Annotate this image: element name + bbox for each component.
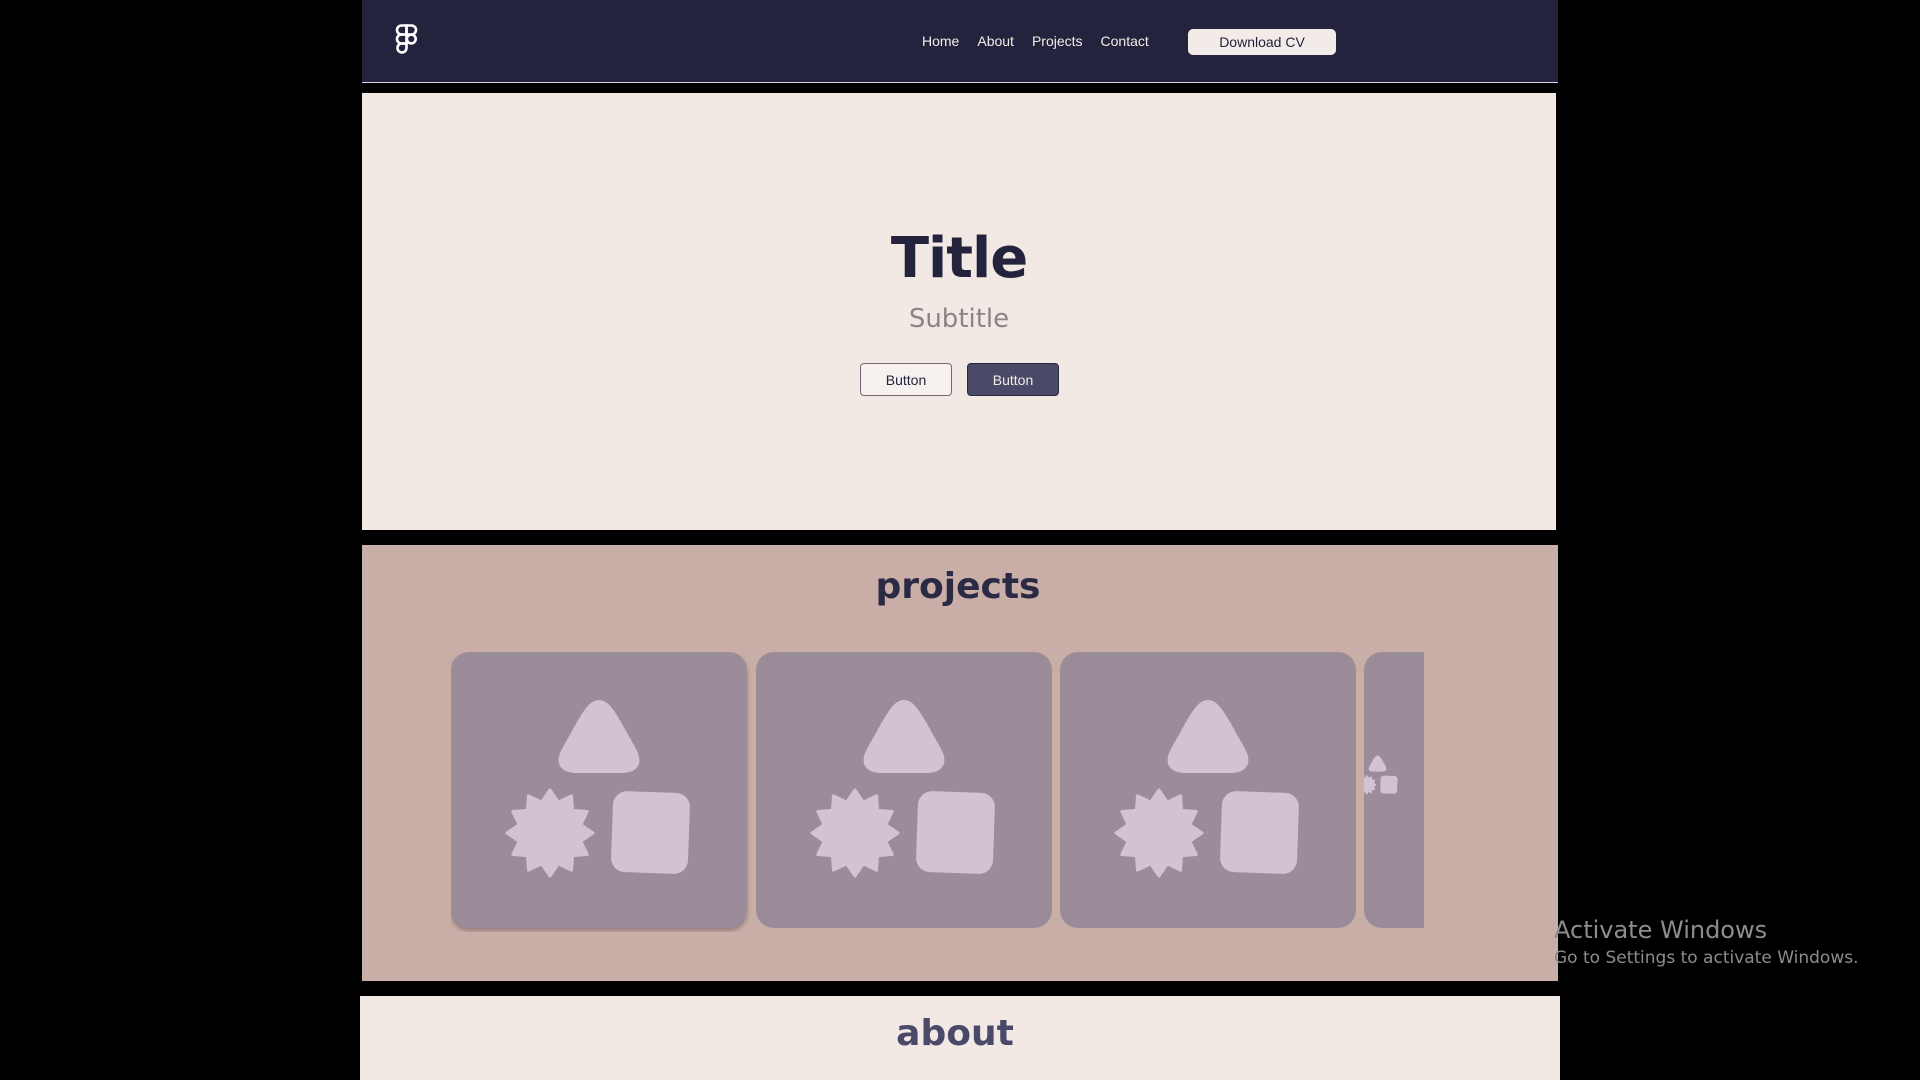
- nav-link-home[interactable]: Home: [922, 31, 959, 51]
- watermark-title: Activate Windows: [1554, 916, 1768, 944]
- download-cv-button[interactable]: Download CV: [1188, 29, 1336, 55]
- hero-subtitle: Subtitle: [908, 304, 1010, 334]
- project-card[interactable]: [1364, 652, 1424, 928]
- triangle-shape: [558, 700, 640, 773]
- shapes-placeholder-icon: [1114, 700, 1299, 878]
- triangle-shape: [863, 700, 945, 773]
- nav-links: Home About Projects Contact: [922, 31, 1167, 51]
- hero-secondary-button[interactable]: Button: [860, 363, 952, 396]
- rounded-square-shape: [916, 791, 995, 874]
- nav-link-projects[interactable]: Projects: [1032, 31, 1083, 51]
- about-section: about: [360, 996, 1560, 1080]
- rounded-square-shape: [1220, 791, 1299, 874]
- starburst-shape: [1364, 775, 1377, 795]
- shapes-placeholder-icon: [810, 700, 995, 878]
- nav-link-about[interactable]: About: [977, 31, 1014, 51]
- rounded-square-shape: [1380, 775, 1398, 794]
- windows-activation-watermark: Activate Windows Go to Settings to activ…: [1554, 914, 1859, 970]
- projects-heading: projects: [875, 566, 1041, 607]
- hero-primary-button[interactable]: Button: [967, 363, 1059, 396]
- page-frame: Home About Projects Contact Download CV …: [360, 0, 1560, 1080]
- project-card[interactable]: [451, 652, 747, 928]
- project-card[interactable]: [1060, 652, 1356, 928]
- project-card[interactable]: [756, 652, 1052, 928]
- navbar: Home About Projects Contact Download CV: [362, 0, 1558, 83]
- about-heading: about: [896, 1013, 1014, 1054]
- triangle-shape: [1167, 700, 1249, 773]
- figma-logo-icon[interactable]: [394, 23, 420, 59]
- shapes-placeholder-icon: [1364, 755, 1398, 795]
- triangle-shape: [1368, 755, 1387, 772]
- nav-link-contact[interactable]: Contact: [1101, 31, 1149, 51]
- shapes-placeholder-icon: [505, 700, 690, 878]
- watermark-subtitle: Go to Settings to activate Windows.: [1554, 948, 1859, 968]
- projects-carousel[interactable]: [451, 652, 1424, 932]
- hero-section: Title Subtitle Button Button: [362, 93, 1556, 530]
- projects-section: projects: [362, 545, 1558, 981]
- hero-title: Title: [890, 226, 1028, 291]
- rounded-square-shape: [611, 791, 690, 874]
- starburst-shape: [1114, 788, 1204, 878]
- starburst-shape: [505, 788, 595, 878]
- starburst-shape: [810, 788, 900, 878]
